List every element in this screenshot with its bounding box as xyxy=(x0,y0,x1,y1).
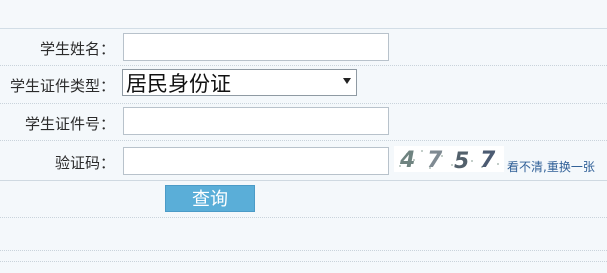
top-spacer xyxy=(0,0,607,29)
student-name-input[interactable] xyxy=(123,33,389,61)
refresh-captcha-link[interactable]: 看不清,重换一张 xyxy=(507,158,595,175)
captcha-label: 验证码： xyxy=(54,154,115,172)
student-name-label: 学生姓名： xyxy=(39,40,115,58)
query-button[interactable]: 查询 xyxy=(165,185,255,212)
captcha-input[interactable] xyxy=(123,147,389,175)
svg-text:5: 5 xyxy=(454,149,469,172)
submit-row: 查询 xyxy=(0,181,607,218)
captcha-row: 验证码： 4 7 5 7 看不清,重换一张 xyxy=(0,141,607,181)
svg-text:7: 7 xyxy=(480,148,496,172)
empty-row xyxy=(0,218,607,251)
cert-number-label: 学生证件号： xyxy=(24,115,115,133)
svg-text:4: 4 xyxy=(399,148,415,172)
cert-type-label: 学生证件类型： xyxy=(9,77,115,95)
student-name-row: 学生姓名： xyxy=(0,29,607,66)
captcha-image[interactable]: 4 7 5 7 xyxy=(394,146,504,172)
empty-row xyxy=(0,251,607,262)
svg-text:7: 7 xyxy=(427,148,443,172)
cert-type-row: 学生证件类型： 居民身份证 xyxy=(0,66,607,104)
cert-number-row: 学生证件号： xyxy=(0,104,607,141)
cert-number-input[interactable] xyxy=(123,107,389,135)
captcha-graphic: 4 7 5 7 xyxy=(394,146,504,172)
cert-type-select[interactable]: 居民身份证 xyxy=(122,69,357,96)
chevron-down-icon xyxy=(343,78,351,84)
cert-type-selected: 居民身份证 xyxy=(126,72,231,96)
empty-row xyxy=(0,262,607,272)
